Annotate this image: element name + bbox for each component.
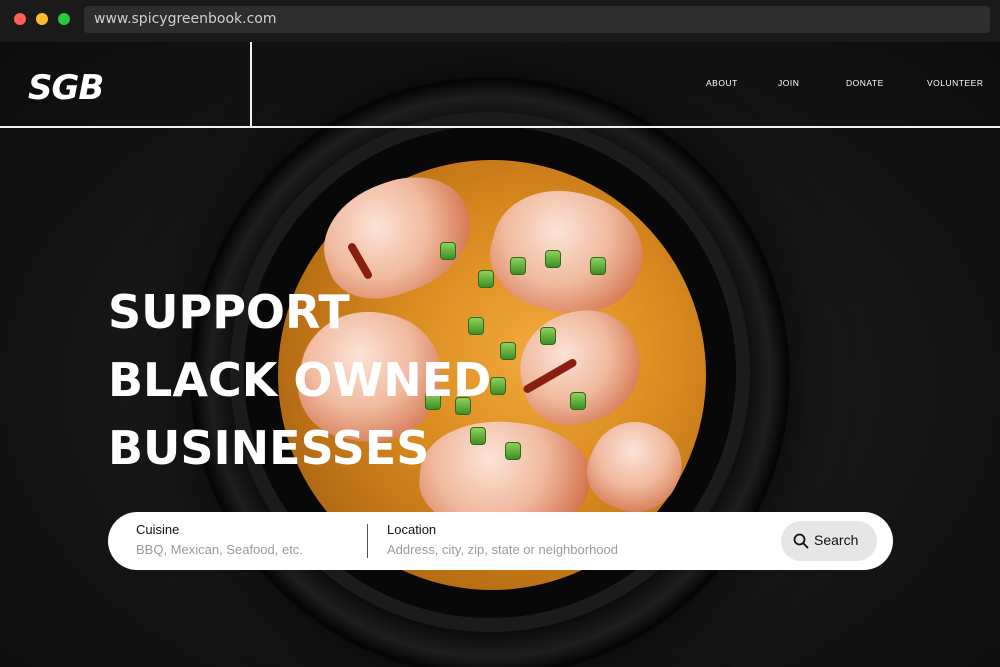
cuisine-label: Cuisine [136, 522, 180, 537]
location-label: Location [387, 522, 437, 537]
search-divider [367, 524, 368, 558]
nav-link-donate[interactable]: DONATE [846, 78, 884, 88]
search-icon [793, 533, 809, 549]
hero-photo-onion [440, 242, 456, 260]
site-logo[interactable]: SGB [28, 68, 104, 108]
hero-photo-onion [510, 257, 526, 275]
hero-headline-line: SUPPORT [108, 285, 350, 339]
maximize-window-button[interactable] [58, 13, 70, 25]
browser-chrome: www.spicygreenbook.com [0, 0, 1000, 42]
search-button[interactable]: Search [781, 521, 877, 561]
hero-headline-line: BLACK OWNED [108, 353, 492, 407]
address-bar[interactable]: www.spicygreenbook.com [84, 6, 990, 33]
hero-photo-onion [490, 377, 506, 395]
hero-headline-line: BUSINESSES [108, 421, 430, 475]
hero-photo-onion [545, 250, 561, 268]
search-bar: Cuisine Location Search [108, 512, 893, 570]
search-button-label: Search [814, 532, 859, 548]
minimize-window-button[interactable] [36, 13, 48, 25]
hero-photo-onion [500, 342, 516, 360]
hero-headline: SUPPORT BLACK OWNED BUSINESSES [108, 278, 491, 482]
hero-photo-onion [590, 257, 606, 275]
hero-photo-onion [570, 392, 586, 410]
nav-link-join[interactable]: JOIN [778, 78, 799, 88]
header-divider [250, 42, 252, 128]
location-input[interactable] [387, 542, 757, 557]
nav-link-about[interactable]: ABOUT [706, 78, 738, 88]
hero-photo-onion [505, 442, 521, 460]
nav-link-volunteer[interactable]: VOLUNTEER [927, 78, 983, 88]
website-viewport: SGB ABOUT JOIN DONATE VOLUNTEER SUPPORT … [0, 42, 1000, 667]
hero-photo-onion [540, 327, 556, 345]
cuisine-input[interactable] [136, 542, 356, 557]
site-header: SGB ABOUT JOIN DONATE VOLUNTEER [0, 42, 1000, 128]
close-window-button[interactable] [14, 13, 26, 25]
